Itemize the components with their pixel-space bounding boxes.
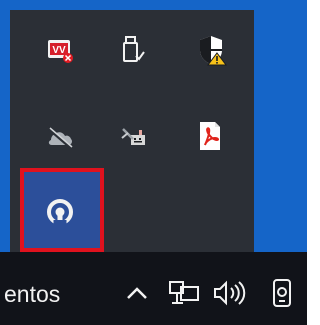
taskbar: entos — [0, 252, 307, 325]
network-icon[interactable] — [166, 275, 202, 311]
camera-icon[interactable] — [268, 275, 298, 311]
svg-text:VV: VV — [52, 45, 66, 56]
security-shield-warning-icon[interactable] — [192, 30, 232, 70]
cloud-offline-icon[interactable] — [40, 118, 80, 158]
chevron-up-icon[interactable] — [124, 275, 150, 311]
virus-alert-icon[interactable]: VV — [40, 30, 80, 70]
pdf-reader-icon[interactable] — [190, 116, 230, 156]
network-tool-icon[interactable] — [114, 118, 154, 158]
volume-icon[interactable] — [211, 275, 251, 311]
vpn-client-icon[interactable] — [40, 192, 80, 232]
screen: VV entos — [0, 0, 307, 325]
taskbar-label[interactable]: entos — [4, 280, 60, 308]
usb-drive-icon[interactable] — [112, 30, 152, 70]
